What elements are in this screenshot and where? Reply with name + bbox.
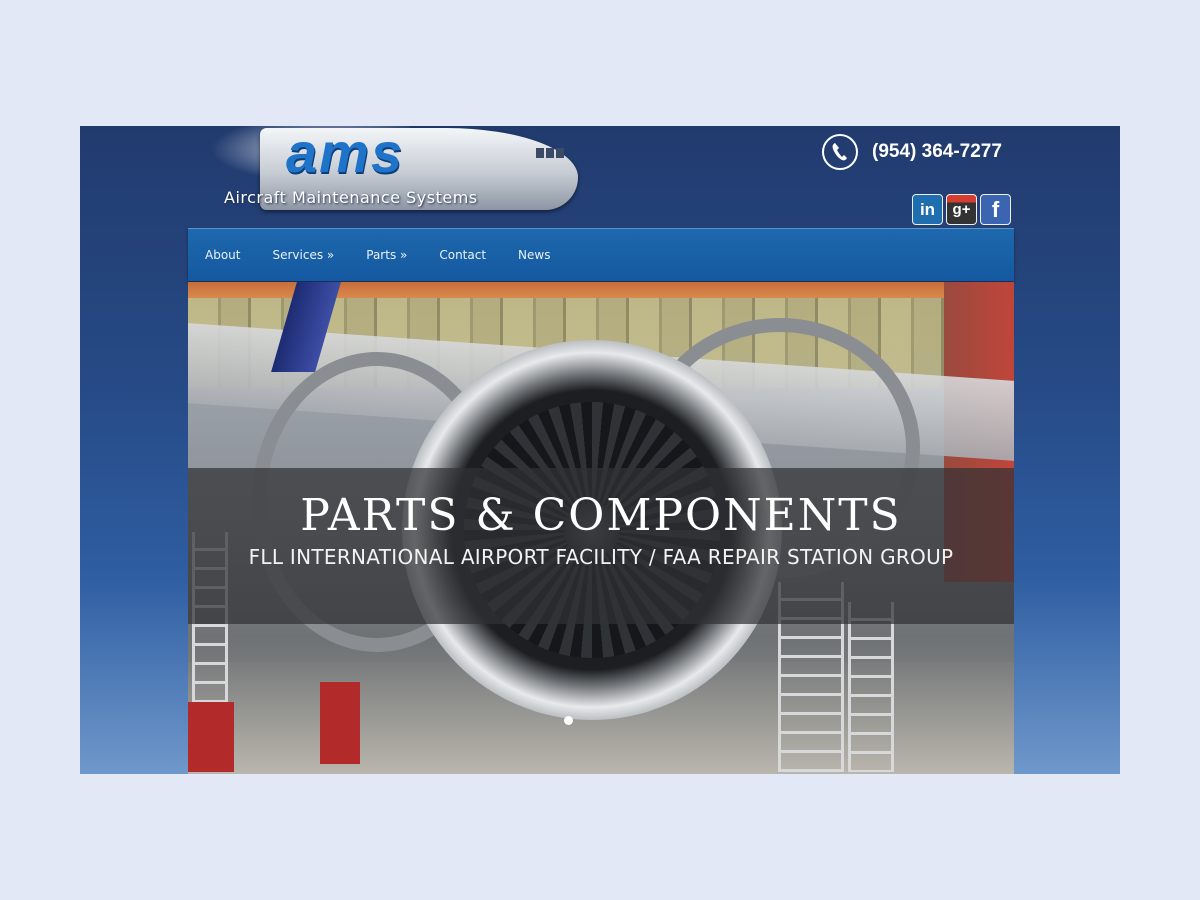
logo-tagline: Aircraft Maintenance Systems [224, 188, 478, 207]
logo-cockpit-window [536, 148, 544, 158]
website-frame: ams Aircraft Maintenance Systems (954) 3… [80, 126, 1120, 774]
slider-dot[interactable] [564, 716, 573, 725]
tool-cart [320, 682, 360, 764]
facebook-icon[interactable]: f [980, 194, 1011, 225]
hero-caption-banner: PARTS & COMPONENTS FLL INTERNATIONAL AIR… [188, 468, 1014, 624]
phone-contact[interactable]: (954) 364-7277 [822, 132, 1002, 172]
nav-item-services[interactable]: Services » [272, 248, 334, 262]
nav-item-about[interactable]: About [205, 248, 240, 262]
phone-number[interactable]: (954) 364-7277 [872, 141, 1002, 163]
logo-cockpit-window [546, 148, 554, 158]
hero-subtitle: FLL INTERNATIONAL AIRPORT FACILITY / FAA… [248, 545, 954, 569]
googleplus-icon[interactable]: g+ [946, 194, 977, 225]
linkedin-icon[interactable]: in [912, 194, 943, 225]
maintenance-stairs [848, 602, 894, 772]
phone-icon [822, 134, 858, 170]
hero-title: PARTS & COMPONENTS [300, 490, 902, 541]
nav-item-parts[interactable]: Parts » [366, 248, 407, 262]
hero-slider[interactable]: PARTS & COMPONENTS FLL INTERNATIONAL AIR… [188, 282, 1014, 774]
tool-cart [188, 702, 234, 772]
nav-item-news[interactable]: News [518, 248, 550, 262]
slider-pagination [564, 716, 573, 725]
main-nav: About Services » Parts » Contact News [188, 228, 1014, 281]
ams-logo[interactable]: ams Aircraft Maintenance Systems [210, 126, 580, 216]
logo-wordmark: ams [286, 126, 405, 184]
social-links: in g+ f [912, 194, 1011, 225]
nav-item-contact[interactable]: Contact [439, 248, 486, 262]
logo-cockpit-window [556, 148, 564, 158]
